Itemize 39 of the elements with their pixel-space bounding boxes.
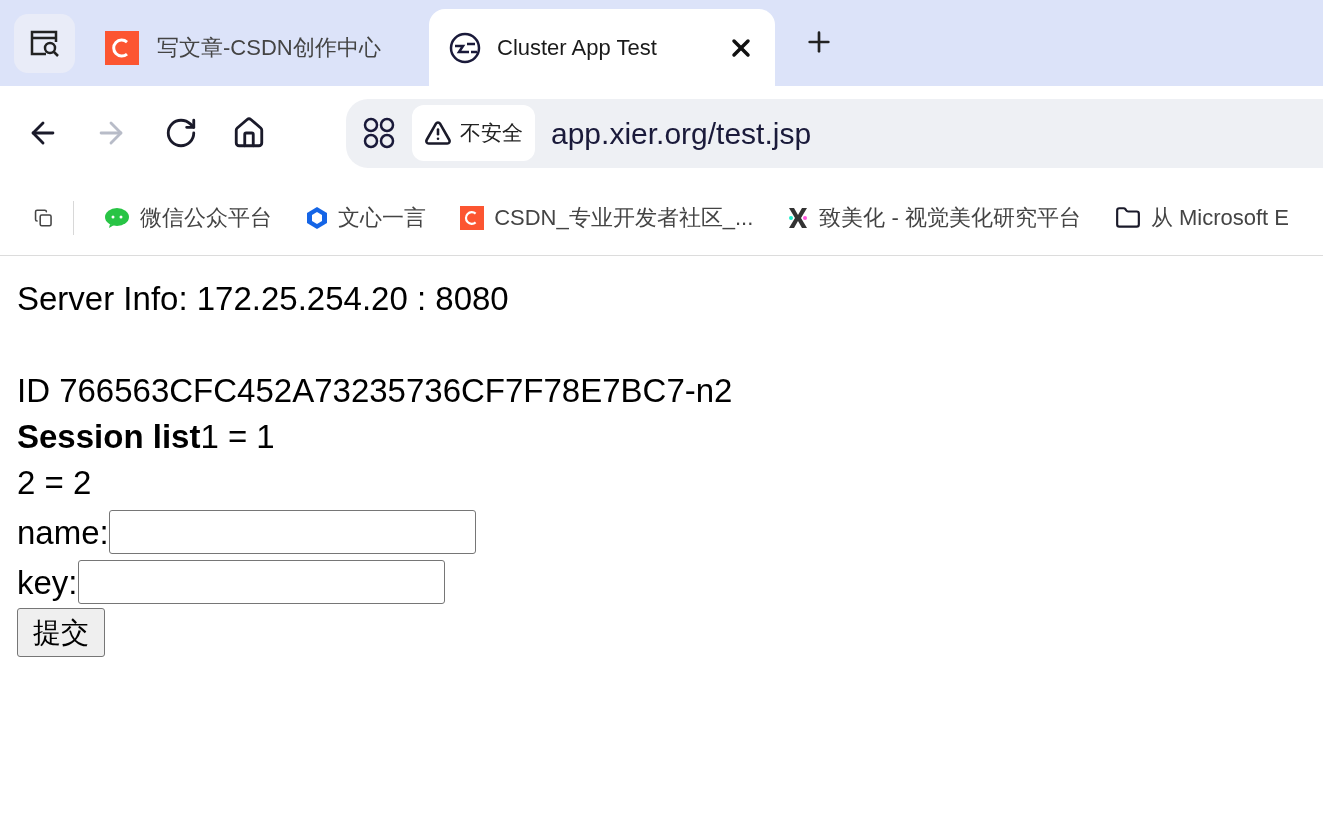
- tab-search-button[interactable]: [14, 13, 75, 73]
- folder-icon: [1114, 204, 1141, 231]
- bookmark-label: 致美化 - 视觉美化研究平台: [819, 204, 1081, 232]
- cube-icon: [306, 205, 329, 230]
- field-label: key:: [17, 563, 78, 603]
- chat-bubble-icon: [104, 206, 131, 229]
- submit-button[interactable]: 提交: [17, 608, 105, 657]
- bookmark-label: 从 Microsoft E: [1150, 204, 1289, 232]
- bookmark-label: 文心一言: [338, 204, 427, 232]
- reload-icon[interactable]: [164, 116, 198, 150]
- browser-tab[interactable]: 写文章-CSDN创作中心: [89, 9, 429, 86]
- home-icon[interactable]: [232, 116, 266, 150]
- globe-icon: [449, 31, 481, 64]
- bookmark[interactable]: 微信公众平台: [104, 201, 273, 234]
- security-chip[interactable]: 不安全: [412, 105, 535, 161]
- input-field[interactable]: [77, 560, 445, 604]
- tab-title: 写文章-CSDN创作中心: [157, 34, 382, 62]
- warning-icon: [424, 119, 452, 147]
- browser-tab[interactable]: Cluster App Test: [429, 9, 775, 86]
- security-label: 不安全: [460, 120, 523, 147]
- server-info-text: Server Info: 172.25.254.20 : 8080: [17, 279, 510, 319]
- apps-icon[interactable]: [362, 116, 396, 150]
- tab-title: Cluster App Test: [497, 34, 658, 62]
- x-logo-icon: [787, 205, 810, 230]
- session-entry-text: Session list1 = 1: [17, 417, 276, 457]
- field-label: name:: [17, 513, 109, 553]
- bookmark-label: CSDN_专业开发者社区_...: [494, 204, 754, 232]
- bookmark[interactable]: 从 Microsoft E: [1114, 201, 1289, 234]
- bookmark[interactable]: 致美化 - 视觉美化研究平台: [787, 201, 1081, 234]
- csdn-logo-icon: [460, 205, 485, 230]
- bookmark[interactable]: CSDN_专业开发者社区_...: [460, 201, 754, 234]
- session-entry-text: 2 = 2: [17, 463, 93, 503]
- csdn-logo-icon: [105, 30, 139, 65]
- bookmark-label: 微信公众平台: [140, 204, 273, 232]
- input-field[interactable]: [108, 510, 476, 554]
- address-bar[interactable]: 不安全 app.xier.org/test.jsp: [346, 98, 1323, 168]
- bookmark[interactable]: 文心一言: [306, 201, 427, 234]
- session-id-text: ID 766563CFC452A73235736CF7F78E7BC7-n2: [17, 371, 734, 411]
- url-text: app.xier.org/test.jsp: [551, 115, 812, 152]
